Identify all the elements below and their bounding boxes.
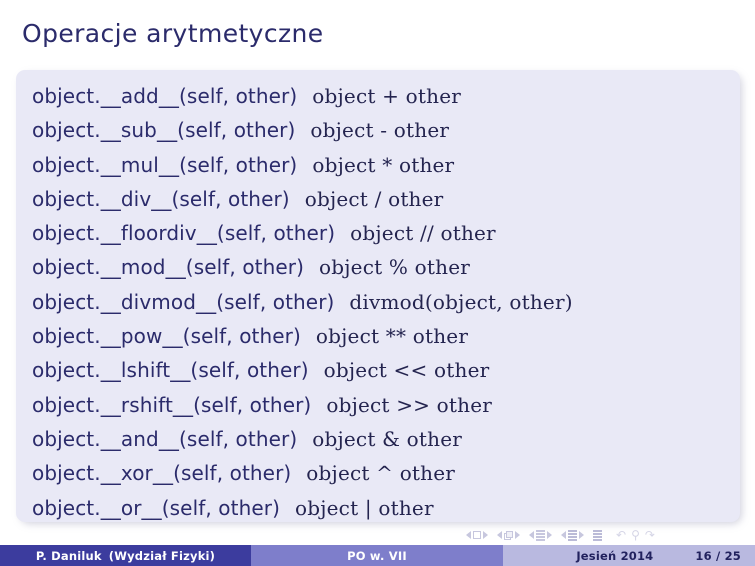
slide-next-icon[interactable] <box>483 531 488 539</box>
footer-date: Jesień 2014 <box>576 548 654 563</box>
dunder-signature: object.__lshift__(self, other) <box>32 358 309 383</box>
list-item: object.__rshift__(self, other) object >> … <box>24 388 740 422</box>
operator-expression: object - other <box>310 118 450 143</box>
footer-author-affiliation: (Wydział Fizyki) <box>108 548 216 563</box>
subsection-next-icon[interactable] <box>547 531 552 539</box>
operator-expression: object // other <box>350 221 496 246</box>
section-navigation-group[interactable] <box>561 530 584 541</box>
dunder-signature: object.__rshift__(self, other) <box>32 392 312 417</box>
footer-short-title: PO w. VII <box>347 548 407 563</box>
dunder-signature: object.__floordiv__(self, other) <box>32 221 336 246</box>
frame-next-icon[interactable] <box>515 531 520 539</box>
operator-expression: object / other <box>304 186 444 211</box>
list-item: object.__mod__(self, other) object % othe… <box>24 250 740 284</box>
operator-expression: object + other <box>312 84 462 108</box>
dunder-signature: object.__and__(self, other) <box>32 426 298 451</box>
list-item: object.__lshift__(self, other) object << … <box>24 353 740 387</box>
search-icon[interactable]: ⚲ <box>631 528 640 542</box>
list-item: object.__pow__(self, other) object ** oth… <box>24 319 740 353</box>
operator-expression: object % other <box>319 255 471 280</box>
dunder-signature: object.__add__(self, other) <box>32 84 298 108</box>
slide-navigation-group[interactable] <box>466 531 488 539</box>
subsection-prev-icon[interactable] <box>529 531 534 539</box>
forward-icon[interactable]: ↷ <box>645 528 655 542</box>
footer-author-name: P. Daniluk <box>35 548 102 563</box>
dunder-signature: object.__sub__(self, other) <box>32 118 296 143</box>
document-navigation-group[interactable] <box>593 530 602 541</box>
slide-prev-icon[interactable] <box>466 531 471 539</box>
list-item: object.__xor__(self, other) object ^ othe… <box>24 456 740 490</box>
doc-icon[interactable] <box>593 530 602 541</box>
operator-expression: object ** other <box>315 324 469 349</box>
list-item: object.__mul__(self, other) object * othe… <box>24 148 740 182</box>
list-item: object.__divmod__(self, other) divmod(obj… <box>24 285 740 319</box>
dunder-signature: object.__divmod__(self, other) <box>32 289 335 314</box>
section-current-icon[interactable] <box>568 530 577 541</box>
dunder-signature: object.__xor__(self, other) <box>32 461 292 486</box>
operator-expression: divmod(object, other) <box>349 289 573 314</box>
list-item: object.__floordiv__(self, other) object /… <box>24 216 740 250</box>
back-icon[interactable]: ↶ <box>616 528 626 542</box>
frame-navigation-group[interactable] <box>497 530 520 540</box>
footer-page-number: 16 / 25 <box>695 548 741 563</box>
beamer-navigation-bar[interactable]: ↶ ⚲ ↷ <box>466 527 655 543</box>
operator-expression: object * other <box>312 152 455 177</box>
list-item: object.__and__(self, other) object & othe… <box>24 422 740 456</box>
dunder-signature: object.__or__(self, other) <box>32 495 280 520</box>
operator-expression: object ^ other <box>306 461 456 486</box>
list-item: object.__sub__(self, other) object - othe… <box>24 113 740 147</box>
slide-footer: P. Daniluk (Wydział Fizyki) PO w. VII Je… <box>0 545 755 566</box>
frame-prev-icon[interactable] <box>497 531 502 539</box>
slide-canvas: Operacje arytmetyczne object.__add__(sel… <box>0 0 755 566</box>
list-item: object.__div__(self, other) object / othe… <box>24 182 740 216</box>
dunder-signature: object.__pow__(self, other) <box>32 324 301 349</box>
operator-expression: object & other <box>312 426 463 451</box>
footer-author-segment: P. Daniluk (Wydział Fizyki) <box>0 545 251 566</box>
dunder-signature: object.__div__(self, other) <box>32 186 290 211</box>
operator-expression: object << other <box>323 358 490 383</box>
section-prev-icon[interactable] <box>561 531 566 539</box>
dunder-signature: object.__mod__(self, other) <box>32 255 305 280</box>
list-item: object.__or__(self, other) object | other <box>24 491 740 522</box>
subsection-navigation-group[interactable] <box>529 530 552 541</box>
frame-current-icon[interactable] <box>504 530 513 540</box>
content-block-body: object.__add__(self, other) object + othe… <box>16 70 740 522</box>
dunder-signature: object.__mul__(self, other) <box>32 152 298 177</box>
page-title: Operacje arytmetyczne <box>22 19 324 48</box>
operator-expression: object >> other <box>326 392 493 417</box>
operator-expression: object | other <box>294 495 434 520</box>
slide-current-icon[interactable] <box>473 531 481 539</box>
section-next-icon[interactable] <box>579 531 584 539</box>
footer-title-segment: PO w. VII <box>251 545 503 566</box>
list-item: object.__add__(self, other) object + othe… <box>24 79 740 113</box>
subsection-current-icon[interactable] <box>536 530 545 541</box>
footer-date-segment: Jesień 2014 16 / 25 <box>503 545 755 566</box>
content-block: object.__add__(self, other) object + othe… <box>16 70 740 522</box>
misc-navigation-group[interactable]: ↶ ⚲ ↷ <box>616 528 655 542</box>
